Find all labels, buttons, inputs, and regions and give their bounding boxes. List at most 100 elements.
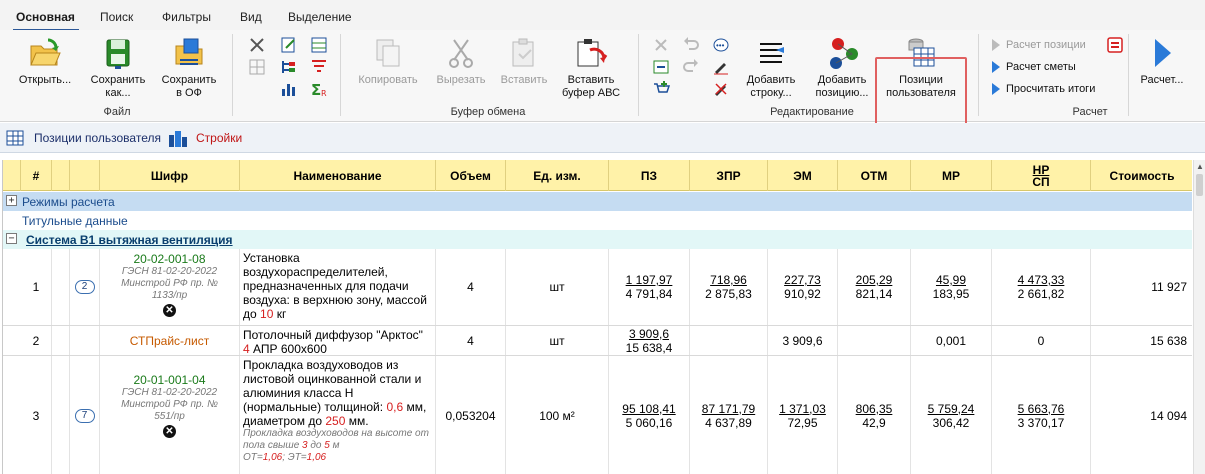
vertical-scrollbar[interactable]: ▲ (1193, 160, 1205, 474)
nr-sp-cell[interactable]: 5 663,76 3 370,17 (992, 356, 1091, 474)
ribbon-divider (340, 34, 341, 116)
column-header-mr[interactable]: МР (911, 160, 992, 191)
otm-cell[interactable]: 806,35 42,9 (838, 356, 911, 474)
equals-icon[interactable] (1106, 36, 1124, 54)
cost-cell[interactable]: 15 638 (1091, 326, 1192, 355)
title-data-band[interactable]: Титульные данные (3, 211, 1192, 230)
nr-sp-cell[interactable]: 0 (992, 326, 1091, 355)
nr-sp-cell[interactable]: 4 473,33 2 661,82 (992, 249, 1091, 325)
circle-dots-icon[interactable]: ••• (712, 36, 730, 54)
section-band[interactable]: − Система В1 вытяжная вентиляция (3, 230, 1192, 249)
tab-view[interactable]: Вид (240, 10, 262, 24)
column-header-code[interactable]: Шифр (100, 160, 240, 191)
paste-abc-buffer-button[interactable]: Вставить буфер АВС (558, 36, 624, 100)
tree-structure-icon[interactable] (280, 58, 298, 76)
paste-button[interactable]: Вставить (496, 36, 552, 87)
expand-icon[interactable]: + (6, 195, 17, 206)
undo-icon[interactable] (682, 36, 700, 54)
column-header-name[interactable]: Наименование (240, 160, 436, 191)
name-cell[interactable]: Прокладка воздуховодов из листовой оцинк… (240, 356, 436, 474)
calc-modes-band[interactable]: + Режимы расчета (3, 192, 1192, 211)
unit-cell[interactable]: шт (506, 249, 609, 325)
tab-selection[interactable]: Выделение (288, 10, 352, 24)
remove-icon[interactable]: ✕ (163, 304, 176, 317)
note-text: м (329, 440, 340, 451)
bar-chart-icon[interactable] (280, 80, 298, 98)
add-row-button[interactable]: Добавить строку... (742, 36, 800, 100)
resource-count-badge[interactable]: 2 (74, 280, 95, 294)
save-to-of-button[interactable]: Сохранить в ОФ (156, 36, 222, 100)
column-header-otm[interactable]: ОТМ (838, 160, 911, 191)
cost-cell[interactable]: 11 927 (1091, 249, 1192, 325)
column-header-cost[interactable]: Стоимость (1091, 160, 1192, 191)
column-header-em[interactable]: ЭМ (768, 160, 838, 191)
pz-cell[interactable]: 1 197,97 4 791,84 (609, 249, 690, 325)
unit-cell[interactable]: шт (506, 326, 609, 355)
delete-icon[interactable] (652, 36, 670, 54)
volume-cell[interactable]: 0,053204 (436, 356, 506, 474)
pz-cell[interactable]: 95 108,41 5 060,16 (609, 356, 690, 474)
calc-estimate-button[interactable]: Расчет сметы (990, 60, 1076, 74)
recalc-totals-button[interactable]: Просчитать итоги (990, 82, 1095, 96)
calc-button[interactable]: Расчет... (1136, 36, 1188, 87)
collapse-icon[interactable]: − (6, 233, 17, 244)
tab-search[interactable]: Поиск (100, 10, 133, 24)
remove-sign-icon[interactable] (712, 80, 730, 98)
otm-cell[interactable]: 205,29 821,14 (838, 249, 911, 325)
filter-list-icon[interactable] (310, 58, 328, 76)
cost-cell[interactable]: 14 094 (1091, 356, 1192, 474)
column-header-num[interactable]: # (21, 160, 52, 191)
column-header-volume[interactable]: Объем (436, 160, 506, 191)
add-to-cart-icon[interactable] (652, 80, 670, 98)
scrollbar-thumb[interactable] (1196, 174, 1203, 196)
zpr-cell[interactable]: 718,96 2 875,83 (690, 249, 768, 325)
tab-main[interactable]: Основная (16, 10, 75, 24)
redo-icon[interactable] (682, 58, 700, 76)
edit-document-icon[interactable] (280, 36, 298, 54)
sum-icon[interactable]: ΣR (310, 80, 328, 98)
pen-sign-icon[interactable] (712, 58, 730, 76)
calc-position-button[interactable]: Расчет позиции (990, 38, 1086, 52)
column-header-nr-sp[interactable]: НР СП (992, 160, 1091, 191)
user-positions-link[interactable]: Позиции пользователя (34, 131, 161, 145)
scroll-up-icon[interactable]: ▲ (1196, 162, 1204, 171)
table-row[interactable]: 2 СТПрайс-лист Потолочный диффузор "Аркт… (3, 326, 1192, 356)
tools-icon[interactable] (248, 36, 266, 54)
code-cell[interactable]: СТПрайс-лист (100, 326, 240, 355)
otm-cell[interactable] (838, 326, 911, 355)
zpr-cell[interactable]: 87 171,79 4 637,89 (690, 356, 768, 474)
save-as-button[interactable]: Сохранить как... (86, 36, 150, 100)
zpr-cell[interactable] (690, 326, 768, 355)
column-header-pz[interactable]: ПЗ (609, 160, 690, 191)
mr-cell[interactable]: 45,99 183,95 (911, 249, 992, 325)
pz-cell[interactable]: 3 909,6 15 638,4 (609, 326, 690, 355)
add-position-button[interactable]: Добавить позицию... (810, 36, 874, 100)
em-cell[interactable]: 1 371,03 72,95 (768, 356, 838, 474)
mr-cell[interactable]: 5 759,24 306,42 (911, 356, 992, 474)
resource-count-badge[interactable]: 7 (74, 408, 95, 423)
open-button[interactable]: Открыть... (12, 36, 78, 87)
em-cell[interactable]: 227,73 910,92 (768, 249, 838, 325)
grid-settings-icon[interactable] (248, 58, 266, 76)
unit-cell[interactable]: 100 м² (506, 356, 609, 474)
tab-filters[interactable]: Фильтры (162, 10, 211, 24)
table-row[interactable]: 3 7 20-01-001-04 ГЭСН 81-02-20-2022 Минс… (3, 356, 1192, 474)
code-cell[interactable]: 20-02-001-08 ГЭСН 81-02-20-2022 Минстрой… (100, 249, 240, 325)
table-row[interactable]: 1 2 20-02-001-08 ГЭСН 81-02-20-2022 Минс… (3, 249, 1192, 326)
row-badge-cell: 2 (70, 249, 100, 325)
volume-cell[interactable]: 4 (436, 326, 506, 355)
cut-button[interactable]: Вырезать (430, 36, 492, 87)
name-cell[interactable]: Установка воздухораспределителей, предна… (240, 249, 436, 325)
table-view-icon[interactable] (310, 36, 328, 54)
em-cell[interactable]: 3 909,6 (768, 326, 838, 355)
copy-button[interactable]: Копировать (352, 36, 424, 87)
code-cell[interactable]: 20-01-001-04 ГЭСН 81-02-20-2022 Минстрой… (100, 356, 240, 474)
column-header-unit[interactable]: Ед. изм. (506, 160, 609, 191)
buildings-link[interactable]: Стройки (196, 131, 242, 145)
mr-cell[interactable]: 0,001 (911, 326, 992, 355)
insert-row-icon[interactable] (652, 58, 670, 76)
name-cell[interactable]: Потолочный диффузор "Арктос" 4 АПР 600х6… (240, 326, 436, 356)
volume-cell[interactable]: 4 (436, 249, 506, 325)
column-header-zpr[interactable]: ЗПР (690, 160, 768, 191)
remove-icon[interactable]: ✕ (163, 425, 176, 438)
